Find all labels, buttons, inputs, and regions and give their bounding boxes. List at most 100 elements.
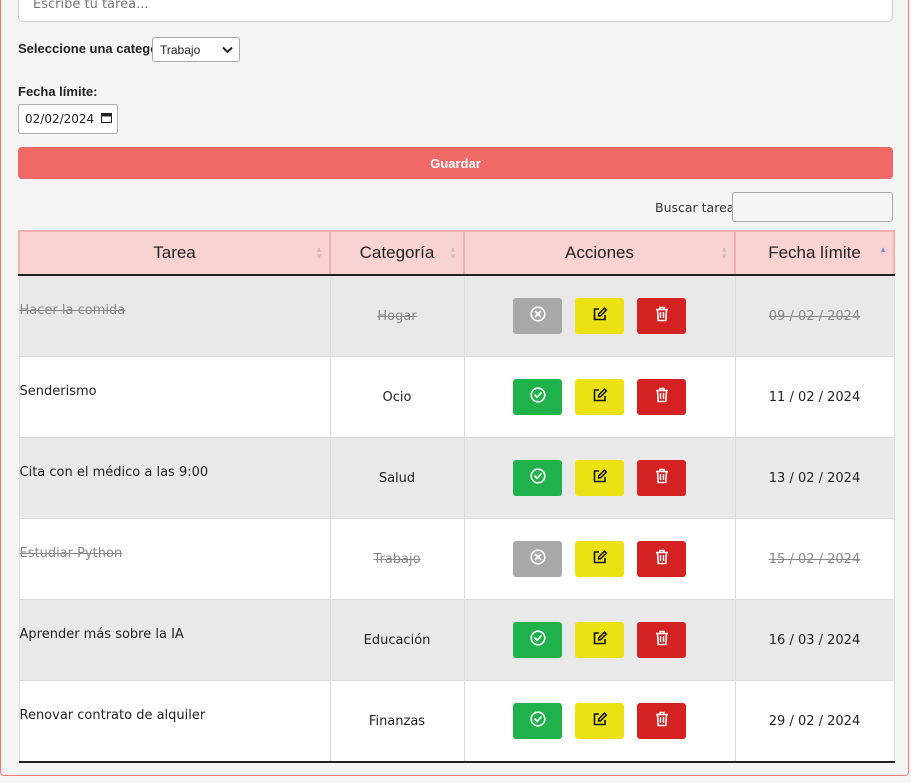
- row-actions: [465, 703, 735, 739]
- task-name: Renovar contrato de alquiler: [19, 708, 206, 723]
- task-cell: Aprender más sobre la IA: [18, 599, 331, 681]
- date-cell: 11 / 02 / 2024: [734, 356, 895, 438]
- trash-icon: [655, 549, 669, 569]
- category-select[interactable]: Trabajo: [152, 37, 240, 62]
- trash-icon: [655, 306, 669, 326]
- date-label: Fecha límite:: [18, 84, 98, 99]
- undo-task-button[interactable]: [513, 541, 562, 577]
- actions-cell: [463, 356, 736, 438]
- check-circle-icon: [529, 387, 546, 407]
- task-name: Aprender más sobre la IA: [19, 627, 184, 642]
- table-row: Hacer la comida Hogar 09 / 02 / 2024: [18, 274, 895, 357]
- date-cell: 09 / 02 / 2024: [734, 274, 895, 357]
- edit-task-button[interactable]: [575, 541, 624, 577]
- sort-arrows-icon: ▲ ▼: [720, 245, 728, 261]
- column-header-category[interactable]: Categoría ▲ ▼: [329, 230, 465, 276]
- tasks-table-body: Hacer la comida Hogar 09 / 02 / 2024 Sen…: [18, 274, 895, 763]
- trash-icon: [655, 387, 669, 407]
- trash-icon: [655, 630, 669, 650]
- delete-task-button[interactable]: [637, 460, 686, 496]
- column-header-actions[interactable]: Acciones ▲ ▼: [463, 230, 736, 276]
- complete-task-button[interactable]: [513, 622, 562, 658]
- search-label: Buscar tarea:: [655, 200, 739, 215]
- check-circle-icon: [529, 630, 546, 650]
- task-category: Hogar: [377, 308, 417, 324]
- sort-arrows-icon: ▲ ▼: [315, 245, 323, 261]
- task-cell: Renovar contrato de alquiler: [18, 680, 331, 763]
- table-row: Senderismo Ocio 11 / 02 / 2024: [18, 356, 895, 438]
- task-cell: Estudiar Python: [18, 518, 331, 600]
- category-cell: Educación: [329, 599, 465, 681]
- edit-task-button[interactable]: [575, 298, 624, 334]
- task-name: Estudiar Python: [19, 546, 123, 561]
- category-cell: Trabajo: [329, 518, 465, 600]
- task-category: Ocio: [382, 389, 412, 405]
- actions-cell: [463, 518, 736, 600]
- column-header-task-label: Tarea: [153, 243, 196, 262]
- sort-arrows-icon: ▲ ▼: [449, 245, 457, 261]
- complete-task-button[interactable]: [513, 460, 562, 496]
- actions-cell: [463, 437, 736, 519]
- calendar-icon[interactable]: [101, 112, 112, 126]
- chevron-down-icon: [222, 43, 233, 57]
- delete-task-button[interactable]: [637, 622, 686, 658]
- x-circle-icon: [529, 306, 546, 326]
- task-cell: Cita con el médico a las 9:00: [18, 437, 331, 519]
- task-due-date: 09 / 02 / 2024: [768, 308, 861, 324]
- tasks-table: Tarea ▲ ▼ Categoría ▲ ▼ Acciones ▲ ▼ Fecha …: [18, 230, 895, 763]
- row-actions: [465, 379, 735, 415]
- trash-icon: [655, 711, 669, 731]
- task-name: Hacer la comida: [19, 303, 126, 318]
- edit-icon: [592, 306, 608, 326]
- column-header-task[interactable]: Tarea ▲ ▼: [18, 230, 331, 276]
- category-label: Seleccione una categoría: [18, 41, 175, 56]
- x-circle-icon: [529, 549, 546, 569]
- table-header-row: Tarea ▲ ▼ Categoría ▲ ▼ Acciones ▲ ▼ Fecha …: [18, 230, 895, 276]
- edit-task-button[interactable]: [575, 622, 624, 658]
- task-due-date: 11 / 02 / 2024: [768, 389, 861, 405]
- edit-icon: [592, 630, 608, 650]
- actions-cell: [463, 599, 736, 681]
- due-date-input[interactable]: 02/02/2024: [18, 104, 118, 134]
- category-cell: Ocio: [329, 356, 465, 438]
- save-button[interactable]: Guardar: [18, 147, 893, 179]
- check-circle-icon: [529, 468, 546, 488]
- task-due-date: 15 / 02 / 2024: [768, 551, 861, 567]
- task-name: Senderismo: [19, 384, 97, 399]
- edit-task-button[interactable]: [575, 460, 624, 496]
- task-due-date: 29 / 02 / 2024: [768, 713, 861, 729]
- due-date-value: 02/02/2024: [25, 112, 95, 126]
- table-row: Aprender más sobre la IA Educación 16 / …: [18, 599, 895, 681]
- table-row: Cita con el médico a las 9:00 Salud 13 /…: [18, 437, 895, 519]
- category-cell: Salud: [329, 437, 465, 519]
- delete-task-button[interactable]: [637, 379, 686, 415]
- column-header-actions-label: Acciones: [565, 243, 634, 262]
- task-name: Cita con el médico a las 9:00: [19, 465, 209, 480]
- category-cell: Finanzas: [329, 680, 465, 763]
- edit-task-button[interactable]: [575, 703, 624, 739]
- delete-task-button[interactable]: [637, 541, 686, 577]
- task-cell: Hacer la comida: [18, 274, 331, 357]
- sort-ascending-icon: ▲: [879, 245, 887, 254]
- complete-task-button[interactable]: [513, 703, 562, 739]
- task-due-date: 13 / 02 / 2024: [768, 470, 861, 486]
- search-input[interactable]: [732, 192, 893, 222]
- actions-cell: [463, 680, 736, 763]
- task-category: Educación: [363, 632, 431, 648]
- table-row: Estudiar Python Trabajo 15 / 02 / 2024: [18, 518, 895, 600]
- task-category: Trabajo: [373, 551, 421, 567]
- date-cell: 29 / 02 / 2024: [734, 680, 895, 763]
- task-input[interactable]: [18, 0, 893, 22]
- delete-task-button[interactable]: [637, 703, 686, 739]
- complete-task-button[interactable]: [513, 379, 562, 415]
- undo-task-button[interactable]: [513, 298, 562, 334]
- edit-task-button[interactable]: [575, 379, 624, 415]
- date-cell: 15 / 02 / 2024: [734, 518, 895, 600]
- column-header-date[interactable]: Fecha límite ▲: [734, 230, 895, 276]
- task-due-date: 16 / 03 / 2024: [768, 632, 861, 648]
- date-cell: 13 / 02 / 2024: [734, 437, 895, 519]
- edit-icon: [592, 387, 608, 407]
- date-cell: 16 / 03 / 2024: [734, 599, 895, 681]
- delete-task-button[interactable]: [637, 298, 686, 334]
- row-actions: [465, 622, 735, 658]
